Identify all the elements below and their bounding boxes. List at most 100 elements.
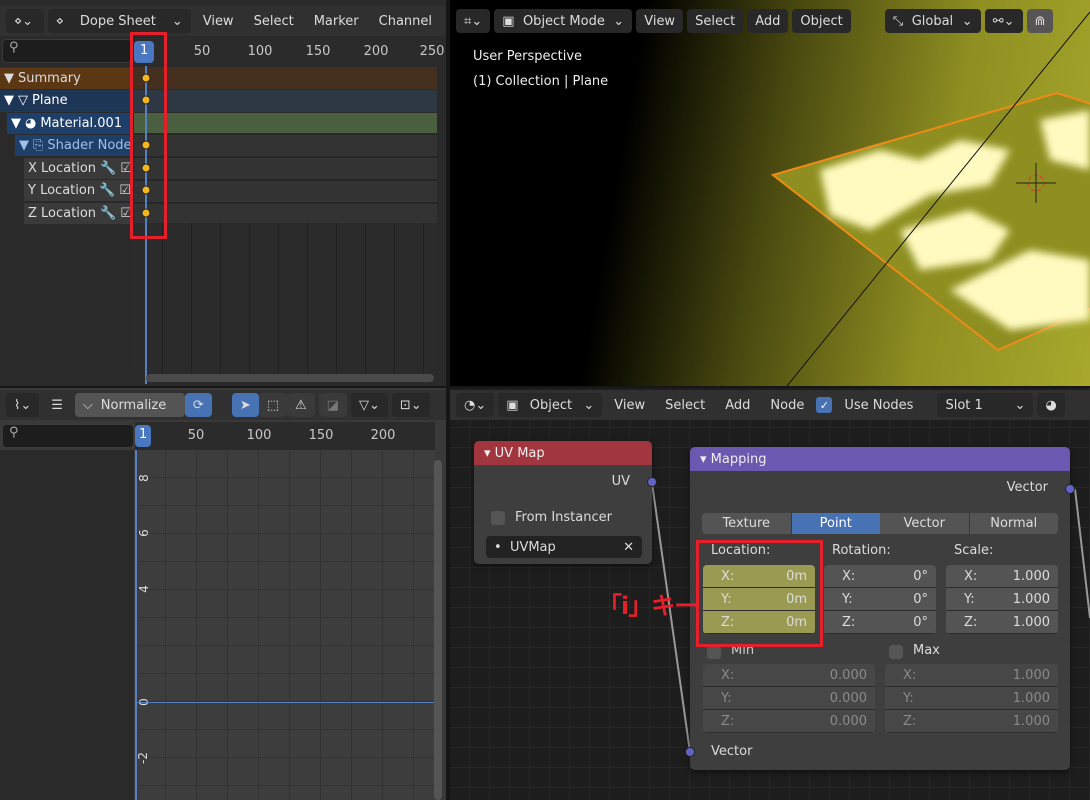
transform-orientation-dropdown[interactable]: ⤡ Global ⌄ [884, 9, 981, 33]
wrench-icon[interactable]: 🔧 [100, 161, 116, 176]
value-tick: 4 [136, 585, 151, 593]
rotation-label: Rotation: [832, 543, 891, 558]
channel-summary[interactable]: ▼ Summary [0, 68, 133, 89]
min-fields: X: 0.000 Y: 0.000 Z: 0.000 [703, 664, 875, 733]
clear-icon[interactable]: ✕ [623, 540, 634, 555]
channel-shader-nodetree[interactable]: ▼ ⎘Shader Nodetree [15, 135, 133, 156]
tab-vector[interactable]: Vector [880, 513, 970, 534]
graph-timeline-ruler[interactable]: 1 50 100 150 200 [135, 422, 435, 450]
uv-output-label: UV [611, 474, 630, 489]
node-header[interactable]: ▾ UV Map [474, 441, 652, 465]
graph-editor-type-button[interactable]: ⌇⌄ [6, 393, 40, 417]
channel-x-location[interactable]: X Location🔧☑🔓 [24, 158, 133, 179]
scale-y-field[interactable]: Y: 1.000 [946, 588, 1058, 611]
wrench-icon[interactable]: 🔧 [100, 206, 116, 221]
graph-area[interactable] [135, 450, 435, 800]
min-x-field[interactable]: X: 0.000 [703, 664, 875, 687]
graph-channel-search-input[interactable]: ⚲ [2, 424, 134, 448]
only-errors-toggle[interactable]: ⚠ [287, 393, 315, 417]
object-mode-icon: ▣ [502, 13, 515, 29]
pivot-dropdown[interactable]: ⚯ ⌄ [984, 9, 1023, 33]
search-icon: ⚲ [9, 425, 19, 440]
rotation-y-field[interactable]: Y: 0° [824, 588, 936, 611]
menu-select[interactable]: Select [687, 9, 744, 33]
min-checkbox[interactable] [707, 645, 721, 659]
min-y-field[interactable]: Y: 0.000 [703, 687, 875, 710]
collapse-arrow-icon[interactable]: ▾ [484, 446, 495, 461]
3d-viewport[interactable]: ⌗⌄ ▣ Object Mode ⌄ View Select Add Object … [450, 0, 1090, 386]
annotation-highlight-keyframes [130, 32, 167, 239]
rotation-z-field[interactable]: Z: 0° [824, 611, 936, 634]
chevron-down-icon: ⌄ [613, 13, 625, 29]
channel-z-location[interactable]: Z Location🔧☑🔓 [24, 203, 133, 224]
dope-sheet-editor: ⋄⌄ ⋄ Dope Sheet ⌄ View Select Marker Cha… [0, 0, 446, 386]
zero-line [135, 702, 435, 703]
from-instancer-checkbox[interactable] [491, 511, 505, 525]
tab-texture[interactable]: Texture [702, 513, 792, 534]
material-row [134, 113, 437, 133]
filter-dropdown[interactable]: ▽ ⌄ [350, 393, 388, 417]
mesh-icon: ▽ [18, 93, 28, 108]
mode-dropdown[interactable]: ⋄ Dope Sheet ⌄ [47, 9, 191, 33]
max-x-field[interactable]: X: 1.000 [885, 664, 1058, 687]
vector-input-label: Vector [711, 744, 753, 759]
scale-x-field[interactable]: X: 1.000 [946, 565, 1058, 588]
auto-normalize-button[interactable]: ⟳ [184, 393, 212, 417]
max-fields: X: 1.000 Y: 1.000 Z: 1.000 [885, 664, 1058, 733]
collapse-arrow-icon[interactable]: ▾ [700, 452, 711, 467]
node-header[interactable]: ▾ Mapping [690, 447, 1070, 471]
tab-point[interactable]: Point [791, 513, 880, 534]
value-tick: 6 [136, 529, 151, 537]
vertical-scrollbar[interactable] [434, 460, 442, 800]
view-name: User Perspective [473, 49, 583, 64]
hamburger-menu-icon[interactable]: ☰ [43, 398, 71, 413]
max-z-field[interactable]: Z: 1.000 [885, 710, 1058, 733]
frame-tick: 50 [193, 44, 211, 59]
normalize-toggle[interactable]: ⌵ Normalize [74, 393, 185, 417]
channel-search-input[interactable]: ⚲ [2, 39, 132, 63]
menu-view[interactable]: View [636, 9, 684, 33]
uv-output-socket[interactable] [647, 477, 657, 487]
vector-input-socket[interactable] [685, 747, 695, 757]
tab-normal[interactable]: Normal [970, 513, 1059, 534]
max-label: Max [913, 643, 940, 658]
rotation-x-field[interactable]: X: 0° [824, 565, 936, 588]
menu-object[interactable]: Object [792, 9, 851, 33]
pivot-point-dropdown[interactable]: ⊡ ⌄ [391, 393, 430, 417]
snap-toggle[interactable]: ⋒ [1026, 9, 1054, 33]
channel-y-location[interactable]: Y Location🔧☑🔓 [24, 180, 133, 201]
create-ghost-curves-button[interactable]: ◪ [318, 393, 347, 417]
scale-z-field[interactable]: Z: 1.000 [946, 611, 1058, 634]
frame-tick: 200 [363, 44, 389, 59]
editor-type-button[interactable]: ⋄⌄ [6, 9, 44, 33]
max-y-field[interactable]: Y: 1.000 [885, 687, 1058, 710]
viewport-editor-type-button[interactable]: ⌗⌄ [456, 9, 491, 33]
only-selected-toggle[interactable]: ➤ [231, 393, 259, 417]
horizontal-scrollbar[interactable] [146, 374, 434, 382]
menu-view[interactable]: View [195, 14, 242, 29]
min-z-field[interactable]: Z: 0.000 [703, 710, 875, 733]
chevron-down-icon: ⌄ [171, 13, 183, 29]
shader-node-editor[interactable]: ◔⌄ ▣ Object ⌄ View Select Add Node ✓ Use N… [450, 388, 1090, 800]
vector-output-socket[interactable] [1065, 484, 1075, 494]
mode-label: Dope Sheet [79, 13, 156, 29]
uv-map-field[interactable]: • UVMap ✕ [486, 536, 642, 558]
object-mode-dropdown[interactable]: ▣ Object Mode ⌄ [494, 9, 633, 33]
menu-add[interactable]: Add [747, 9, 789, 33]
value-tick: 8 [136, 474, 151, 482]
playhead-line[interactable] [135, 450, 137, 800]
menu-marker[interactable]: Marker [306, 14, 367, 29]
uv-map-node[interactable]: ▾ UV Map UV From Instancer • UVMap ✕ [474, 441, 657, 564]
timeline-ruler[interactable]: 1 50 100 150 200 250 [134, 38, 444, 66]
max-checkbox[interactable] [889, 645, 903, 659]
channel-plane[interactable]: ▼ ▽ Plane [0, 90, 133, 111]
current-frame-indicator[interactable]: 1 [135, 425, 152, 447]
orientation-icon: ⤡ [892, 13, 904, 29]
search-icon: ⚲ [9, 40, 19, 55]
from-instancer-label: From Instancer [515, 510, 612, 525]
channel-material[interactable]: ▼ ◕ Material.001 [7, 113, 133, 134]
menu-select[interactable]: Select [246, 14, 302, 29]
show-hidden-toggle[interactable]: ⬚ [258, 393, 288, 417]
wrench-icon[interactable]: 🔧 [99, 183, 115, 198]
menu-channel[interactable]: Channel [371, 14, 440, 29]
